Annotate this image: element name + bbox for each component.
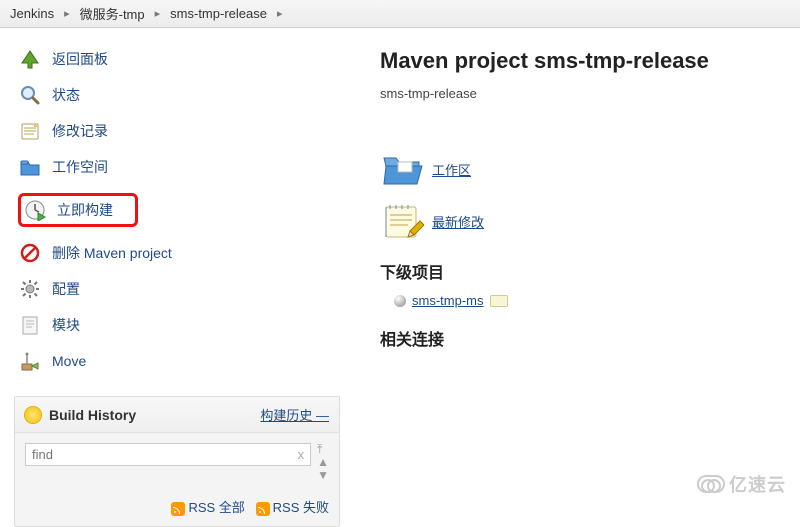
sidebar-item-label[interactable]: 返回面板: [52, 49, 108, 69]
delete-icon: [18, 241, 42, 265]
page-title: Maven project sms-tmp-release: [380, 48, 790, 74]
project-description: sms-tmp-release: [380, 86, 790, 101]
breadcrumb-root[interactable]: Jenkins: [10, 6, 54, 21]
sidebar-item-label[interactable]: 删除 Maven project: [52, 243, 172, 263]
folder-open-icon: [380, 149, 424, 189]
history-nav-arrows[interactable]: ⤒ ▲ ▼: [317, 443, 329, 481]
breadcrumb-level1[interactable]: 微服务-tmp: [80, 4, 145, 23]
rss-icon: [256, 502, 270, 516]
rss-fail-link[interactable]: RSS 失败: [273, 500, 329, 515]
arrow-down-icon[interactable]: ▼: [317, 469, 329, 481]
move-icon: [18, 349, 42, 373]
chevron-right-icon: ▸: [277, 7, 283, 20]
changes-link-row[interactable]: 最新修改: [380, 201, 790, 241]
search-icon: [18, 83, 42, 107]
sidebar-item-changes[interactable]: 修改记录: [14, 114, 340, 148]
downstream-heading: 下级项目: [380, 259, 790, 283]
notepad-pencil-icon: [380, 201, 424, 241]
search-input[interactable]: [32, 447, 277, 462]
build-history-title: Build History: [49, 407, 136, 423]
clear-icon[interactable]: x: [298, 447, 305, 462]
clock-play-icon: [23, 198, 47, 222]
downstream-job-row[interactable]: sms-tmp-ms: [394, 293, 790, 308]
folder-icon: [18, 155, 42, 179]
arrow-up-icon[interactable]: ▲: [317, 456, 329, 468]
workspace-link-row[interactable]: 工作区: [380, 149, 790, 189]
sidebar-item-label[interactable]: 工作空间: [52, 157, 108, 177]
sidebar: 返回面板 状态 修改记录 工作空间 立即构建: [0, 28, 350, 507]
highlight-annotation: 立即构建: [18, 193, 138, 227]
side-task-list: 返回面板 状态 修改记录 工作空间 立即构建: [14, 42, 340, 378]
sidebar-item-label[interactable]: 修改记录: [52, 121, 108, 141]
sidebar-item-label[interactable]: 立即构建: [57, 200, 113, 220]
sidebar-item-label[interactable]: 模块: [52, 315, 80, 335]
sidebar-item-move[interactable]: Move: [14, 344, 340, 378]
sidebar-item-configure[interactable]: 配置: [14, 272, 340, 306]
sidebar-item-status[interactable]: 状态: [14, 78, 340, 112]
watermark-logo-icon: [697, 475, 725, 493]
build-history-panel: Build History 构建历史 — x ⤒ ▲ ▼ RSS 全部 RSS …: [14, 396, 340, 527]
sidebar-item-label[interactable]: 状态: [52, 85, 80, 105]
rss-all-link[interactable]: RSS 全部: [188, 500, 244, 515]
breadcrumb-level2[interactable]: sms-tmp-release: [170, 6, 267, 21]
build-history-trend-link[interactable]: 构建历史 —: [260, 405, 329, 424]
workspace-link[interactable]: 工作区: [432, 160, 471, 179]
watermark-text: 亿速云: [729, 471, 786, 497]
sidebar-item-delete[interactable]: 删除 Maven project: [14, 236, 340, 270]
status-ball-icon: [394, 295, 406, 307]
sidebar-item-modules[interactable]: 模块: [14, 308, 340, 342]
rss-icon: [171, 502, 185, 516]
sidebar-item-workspace[interactable]: 工作空间: [14, 150, 340, 184]
job-badge-icon: [490, 295, 508, 307]
changes-link[interactable]: 最新修改: [432, 212, 484, 231]
arrow-top-icon[interactable]: ⤒: [317, 443, 329, 455]
notepad-icon: [18, 119, 42, 143]
sun-icon: [25, 407, 41, 423]
downstream-job-link[interactable]: sms-tmp-ms: [412, 293, 484, 308]
sidebar-item-label[interactable]: Move: [52, 353, 86, 369]
gear-icon: [18, 277, 42, 301]
document-icon: [18, 313, 42, 337]
breadcrumb: Jenkins ▸ 微服务-tmp ▸ sms-tmp-release ▸: [0, 0, 800, 28]
related-heading: 相关连接: [380, 326, 790, 350]
sidebar-item-label[interactable]: 配置: [52, 279, 80, 299]
sidebar-item-build-now[interactable]: 立即构建: [14, 186, 340, 234]
chevron-right-icon: ▸: [64, 7, 70, 20]
watermark: 亿速云: [697, 471, 786, 497]
build-history-search[interactable]: x: [25, 443, 311, 466]
chevron-right-icon: ▸: [155, 7, 161, 20]
sidebar-item-back[interactable]: 返回面板: [14, 42, 340, 76]
main-panel: Maven project sms-tmp-release sms-tmp-re…: [350, 28, 800, 507]
up-arrow-icon: [18, 47, 42, 71]
